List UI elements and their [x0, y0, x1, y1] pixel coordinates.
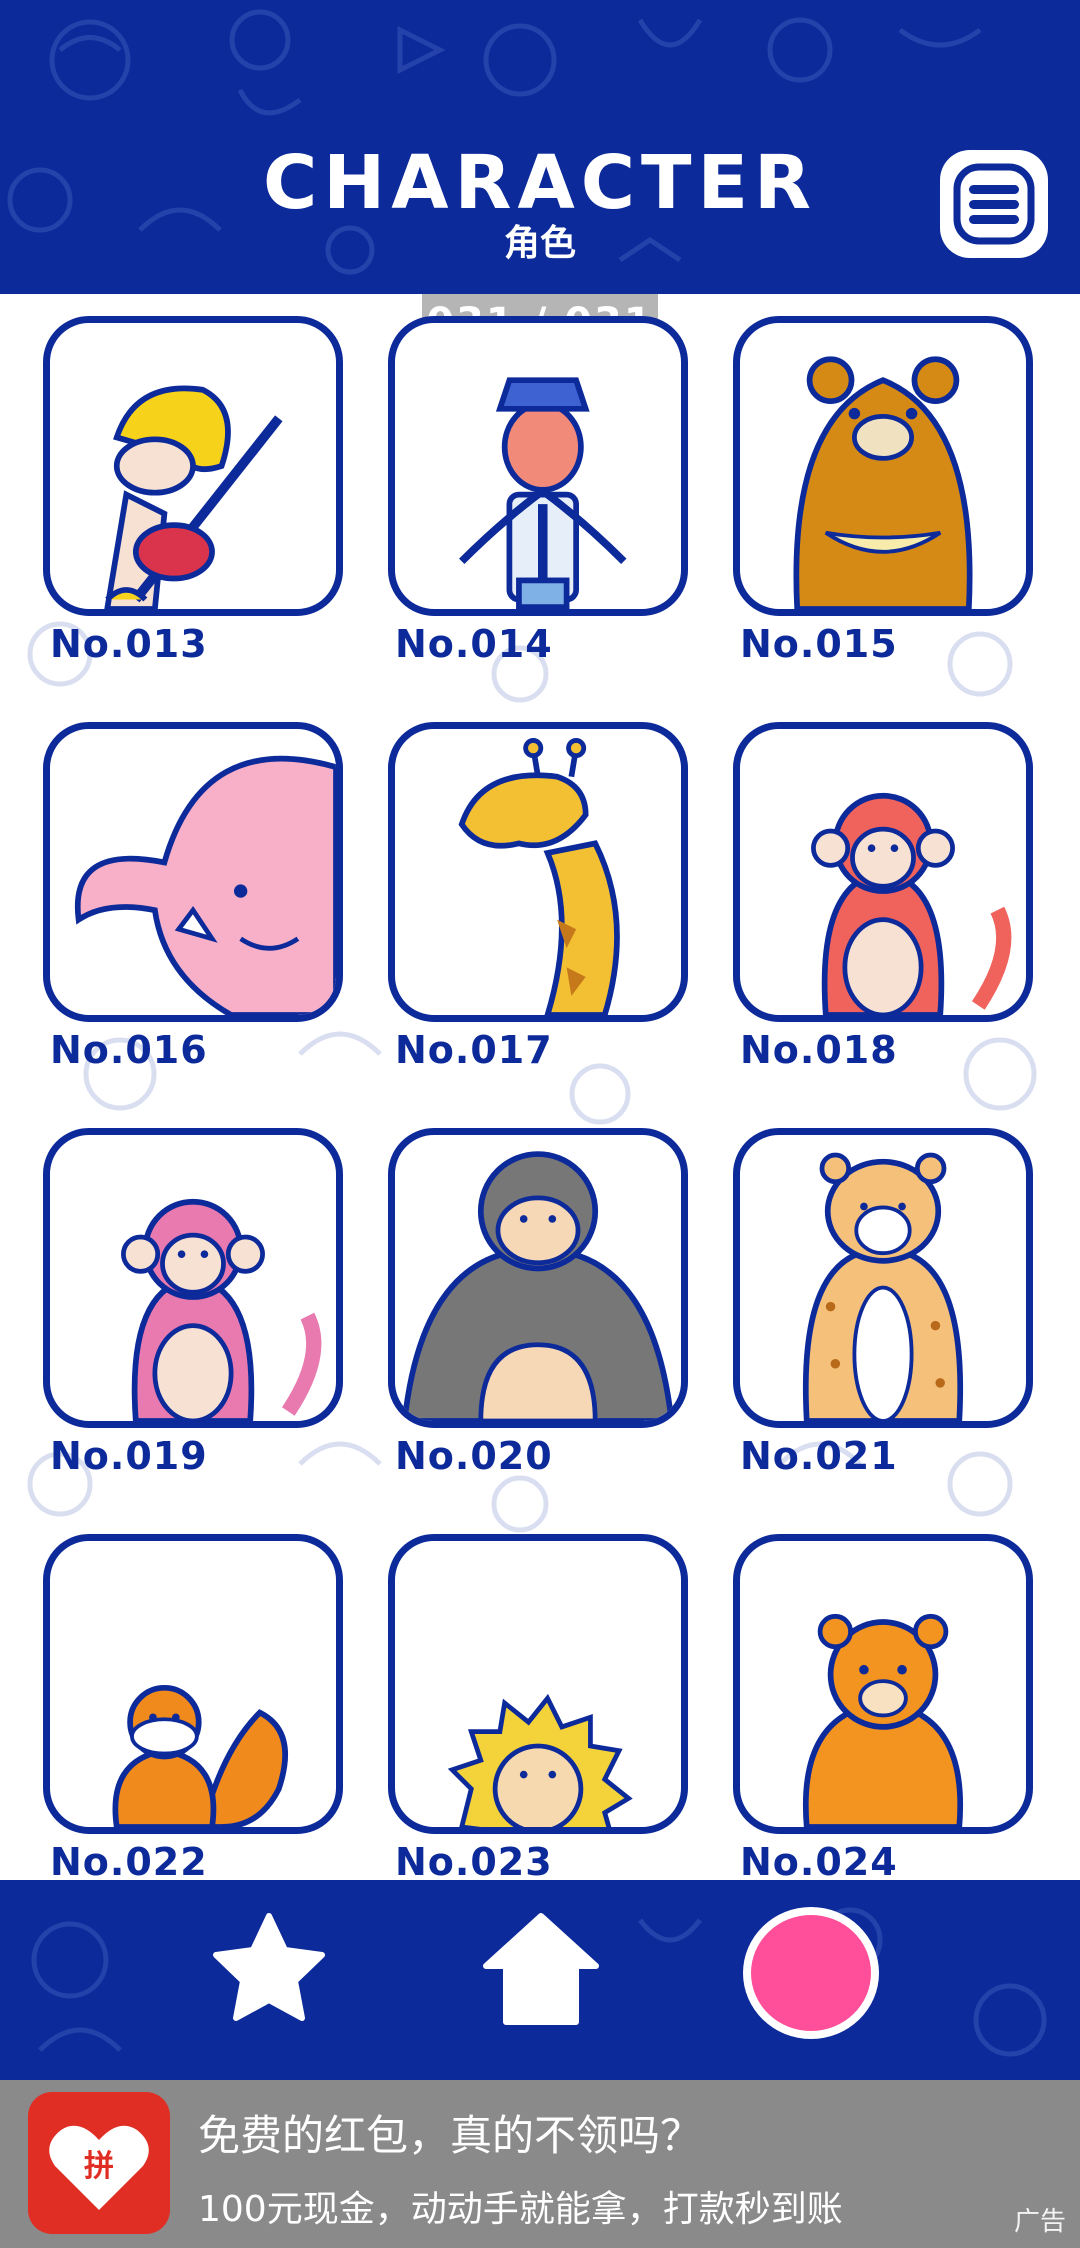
- home-icon: [483, 1913, 599, 2025]
- character-card-017[interactable]: [388, 722, 688, 1022]
- character-card-024[interactable]: [733, 1534, 1033, 1834]
- giraffe-icon: [458, 738, 620, 1015]
- character-label: No.019: [50, 1434, 208, 1478]
- character-label: No.016: [50, 1028, 208, 1072]
- character-label: No.018: [740, 1028, 898, 1072]
- menu-button[interactable]: [940, 150, 1048, 258]
- ad-logo: 拼: [28, 2092, 170, 2234]
- svg-text:拼: 拼: [84, 2149, 114, 2184]
- bear-icon: [793, 356, 973, 609]
- header: CHARACTER 角色: [0, 0, 1080, 294]
- page-subtitle: 角色: [503, 223, 576, 264]
- home-button[interactable]: [480, 1908, 602, 2034]
- character-card-019[interactable]: [43, 1128, 343, 1428]
- character-label: No.021: [740, 1434, 898, 1478]
- character-grid: 031 / 031 No.013 No.014: [0, 294, 1080, 1880]
- star-icon: [213, 1913, 325, 2021]
- character-label: No.017: [395, 1028, 553, 1072]
- ad-description: 100元现金，动动手就能拿，打款秒到账: [198, 2189, 843, 2230]
- elephant-icon: [74, 755, 336, 1015]
- character-icon: [743, 1907, 879, 2039]
- character-label: No.014: [395, 622, 553, 666]
- character-card-016[interactable]: [43, 722, 343, 1022]
- character-label: No.020: [395, 1434, 553, 1478]
- bottom-nav: [0, 1880, 1080, 2080]
- ad-banner[interactable]: 拼 免费的红包，真的不领吗？ 100元现金，动动手就能拿，打款秒到账 广告: [0, 2080, 1080, 2248]
- pinduoduo-logo-icon: 拼: [49, 2125, 149, 2210]
- character-card-023[interactable]: [388, 1534, 688, 1834]
- cheetah-icon: [802, 1152, 964, 1421]
- character-label: No.023: [395, 1840, 553, 1880]
- character-label: No.024: [740, 1840, 898, 1880]
- character-card-013[interactable]: [43, 316, 343, 616]
- hedgehog-icon: [447, 1693, 633, 1827]
- ad-title: 免费的红包，真的不领吗？: [198, 2111, 703, 2160]
- character-card-014[interactable]: [388, 316, 688, 616]
- gorilla-icon: [401, 1151, 675, 1421]
- pink-monkey-icon: [121, 1198, 322, 1421]
- character-label: No.022: [50, 1840, 208, 1880]
- character-card-021[interactable]: [733, 1128, 1033, 1428]
- red-monkey-icon: [811, 792, 1012, 1015]
- orange-bear-icon: [802, 1613, 964, 1827]
- rocker-dog-icon: [104, 385, 283, 609]
- squirrel-icon: [112, 1684, 288, 1827]
- character-card-020[interactable]: [388, 1128, 688, 1428]
- character-card-022[interactable]: [43, 1534, 343, 1834]
- police-deer-icon: [459, 377, 627, 609]
- character-label: No.015: [740, 622, 898, 666]
- character-card-015[interactable]: [733, 316, 1033, 616]
- character-button[interactable]: [738, 1900, 884, 2050]
- menu-icon: [953, 163, 1035, 245]
- ad-tag: 广告: [1013, 2207, 1066, 2237]
- character-label: No.013: [50, 622, 208, 666]
- character-card-018[interactable]: [733, 722, 1033, 1022]
- favorites-button[interactable]: [208, 1910, 330, 2036]
